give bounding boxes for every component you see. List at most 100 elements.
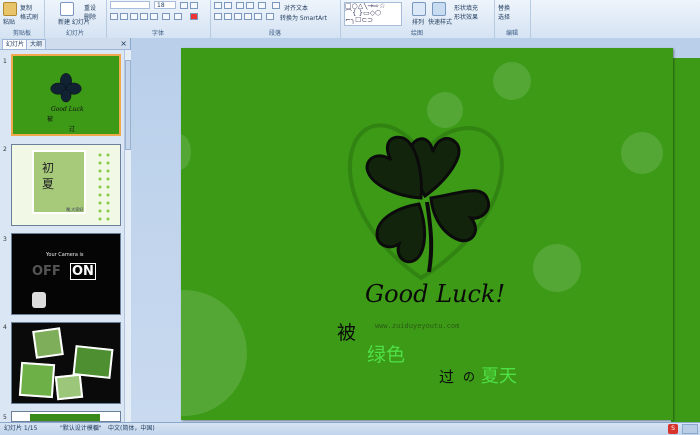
- thumb-figure: [32, 292, 46, 308]
- slide-counter: 幻灯片 1/15: [4, 425, 38, 432]
- italic-icon[interactable]: [120, 13, 128, 20]
- slide-char-lvse[interactable]: 绿色: [367, 340, 405, 367]
- shape-effect-button[interactable]: 形状效果: [454, 12, 478, 21]
- slide-thumbnail-3[interactable]: Your Camera is OFF ON: [11, 233, 121, 315]
- ime-logo-icon[interactable]: S: [668, 424, 678, 434]
- align-center-icon[interactable]: [224, 13, 232, 20]
- numbering-icon[interactable]: [224, 2, 232, 9]
- increase-indent-icon[interactable]: [246, 2, 254, 9]
- spell-check-icon[interactable]: ☑: [94, 423, 99, 435]
- font-group: 18 字体: [106, 0, 211, 38]
- slide-editing-area: Good Luck! www.zuiduyeyoutu.com 被 绿色 过 の…: [131, 38, 700, 422]
- slide-char-guo[interactable]: 过: [439, 366, 454, 387]
- arrange-button[interactable]: 排列: [412, 17, 424, 26]
- thumb-number: 4: [3, 324, 7, 331]
- replace-button[interactable]: 替换: [498, 3, 510, 12]
- thumb-camera-text: Your Camera is: [46, 252, 84, 258]
- thumb-good-luck: Good Luck: [51, 106, 84, 113]
- format-painter-button[interactable]: 格式刷: [20, 12, 38, 21]
- font-name-combo[interactable]: [110, 1, 150, 9]
- shadow-icon[interactable]: [150, 13, 158, 20]
- thumb-on-text: ON: [70, 263, 96, 280]
- align-right-icon[interactable]: [234, 13, 242, 20]
- language-indicator[interactable]: 中文(简体，中国): [108, 423, 155, 435]
- thumb-photo: [32, 150, 86, 214]
- paste-icon[interactable]: [3, 2, 17, 16]
- underline-icon[interactable]: [130, 13, 138, 20]
- case-icon[interactable]: [174, 13, 182, 20]
- arrange-icon[interactable]: [412, 2, 426, 16]
- thumb-banner: [30, 414, 100, 421]
- slide-thumbnail-2[interactable]: 初 夏 嘿,大家好: [11, 144, 121, 226]
- thumb-number: 1: [3, 58, 7, 65]
- thumb-title-chu: 初: [42, 161, 55, 175]
- justify-icon[interactable]: [244, 13, 252, 20]
- clipboard-label: 剪贴板: [12, 30, 31, 37]
- slide-thumbnail-5[interactable]: [11, 411, 121, 422]
- ime-toolbar[interactable]: [682, 424, 698, 434]
- slide-title[interactable]: Good Luck!: [365, 280, 505, 308]
- slide-thumbnail-4[interactable]: [11, 322, 121, 404]
- panel-scrollbar[interactable]: [124, 50, 131, 422]
- clover-mini-icon: [50, 73, 82, 103]
- font-color-icon[interactable]: [190, 13, 198, 20]
- align-text-button[interactable]: 对齐文本: [284, 3, 308, 12]
- line-spacing-icon[interactable]: [258, 2, 266, 9]
- slide-thumbnail-panel: 幻灯片 大纲 × 1 Good Luck 被 过 2 初 夏 嘿,大家好 3 Y…: [0, 38, 131, 422]
- slide-char-xiatian[interactable]: 夏天: [481, 362, 517, 388]
- quick-styles-button[interactable]: 快速样式: [428, 17, 452, 26]
- tab-outline[interactable]: 大纲: [26, 39, 47, 49]
- select-button[interactable]: 选择: [498, 12, 510, 21]
- slide-char-bei[interactable]: 被: [337, 318, 356, 345]
- delete-button[interactable]: 删除: [84, 12, 96, 21]
- text-direction-icon[interactable]: [272, 2, 280, 9]
- bullets-icon[interactable]: [214, 2, 222, 9]
- thumb-number: 5: [3, 414, 7, 421]
- strikethrough-icon[interactable]: [140, 13, 148, 20]
- thumb-char-bei: 被: [47, 116, 54, 123]
- decrease-indent-icon[interactable]: [236, 2, 244, 9]
- thumb-title-xia: 夏: [42, 177, 55, 191]
- thumb-photo-c: [18, 361, 56, 399]
- editing-group: 替换 选择 编辑: [494, 0, 531, 38]
- slide-thumbnail-1[interactable]: Good Luck 被 过: [11, 54, 121, 136]
- paste-button[interactable]: 粘贴: [3, 17, 15, 26]
- thumb-off-text: OFF: [32, 264, 61, 279]
- current-slide[interactable]: Good Luck! www.zuiduyeyoutu.com 被 绿色 过 の…: [181, 48, 673, 420]
- font-label: 字体: [151, 30, 164, 37]
- bold-icon[interactable]: [110, 13, 118, 20]
- editing-label: 编辑: [505, 30, 518, 37]
- thumb-photo-a: [32, 327, 64, 359]
- columns-icon[interactable]: [266, 13, 274, 20]
- shrink-font-icon[interactable]: [190, 2, 198, 9]
- distribute-icon[interactable]: [254, 13, 262, 20]
- slides-group: 新建 幻灯片 重设 删除 幻灯片: [44, 0, 107, 38]
- panel-tabs: 幻灯片 大纲 ×: [0, 38, 130, 50]
- reset-button[interactable]: 重设: [84, 3, 96, 12]
- drawing-group: □○△╲→⇨☆ ⌒{ }▭◇⬡ ⌐╮☐⊂⊃ 排列 快速样式 形状填充 形状效果 绘图: [340, 0, 495, 38]
- paragraph-group: 对齐文本 转换为 SmartArt 段落: [210, 0, 341, 38]
- grow-font-icon[interactable]: [180, 2, 188, 9]
- slide-char-de[interactable]: の: [463, 368, 475, 385]
- shapes-gallery[interactable]: □○△╲→⇨☆ ⌒{ }▭◇⬡ ⌐╮☐⊂⊃: [344, 2, 402, 26]
- new-slide-icon[interactable]: [60, 2, 74, 16]
- paragraph-label: 段落: [268, 30, 281, 37]
- ribbon: 粘贴 复制 格式刷 剪贴板 新建 幻灯片 重设 删除 幻灯片 18 字体 对齐文…: [0, 0, 700, 39]
- copy-button[interactable]: 复制: [20, 3, 32, 12]
- shape-fill-button[interactable]: 形状填充: [454, 3, 478, 12]
- thumb-number: 2: [3, 146, 7, 153]
- clipboard-group: 粘贴 复制 格式刷 剪贴板: [0, 0, 45, 38]
- thumb-char-guo: 过: [69, 126, 76, 133]
- align-left-icon[interactable]: [214, 13, 222, 20]
- clover-heart-graphic: [348, 123, 504, 281]
- convert-smartart-button[interactable]: 转换为 SmartArt: [280, 13, 327, 22]
- status-bar: 幻灯片 1/15 "默认设计模板" ☑ 中文(简体，中国) S: [0, 422, 700, 435]
- tab-slides[interactable]: 幻灯片: [2, 39, 29, 49]
- slides-label: 幻灯片: [65, 30, 84, 37]
- close-panel-icon[interactable]: ×: [120, 39, 127, 48]
- slide-url: www.zuiduyeyoutu.com: [375, 322, 460, 330]
- drawing-label: 绘图: [410, 30, 423, 37]
- spacing-icon[interactable]: [162, 13, 170, 20]
- font-size-combo[interactable]: 18: [154, 1, 176, 9]
- quick-styles-icon[interactable]: [432, 2, 446, 16]
